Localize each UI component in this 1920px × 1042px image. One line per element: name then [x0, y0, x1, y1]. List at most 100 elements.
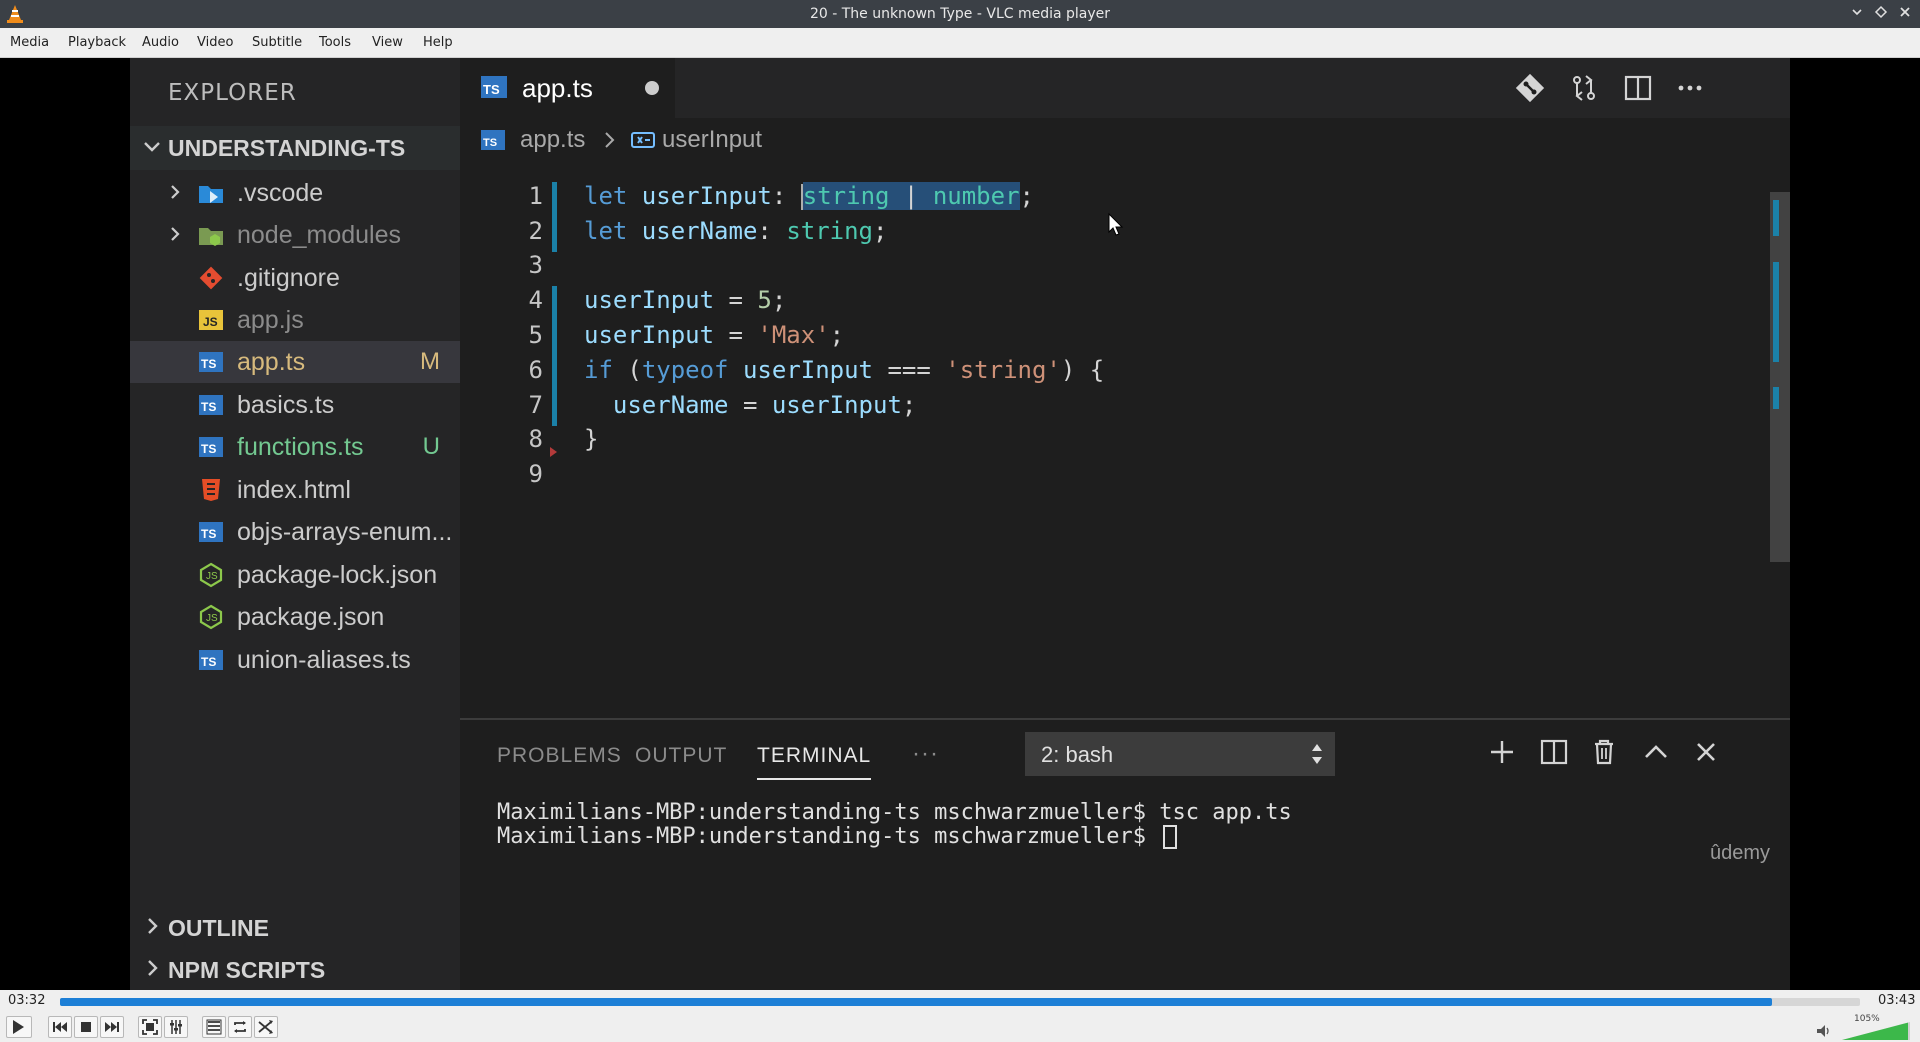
- vscode-folder-icon: [199, 186, 223, 203]
- new-terminal-icon[interactable]: [1484, 734, 1520, 770]
- tab-app-ts[interactable]: TS app.ts: [460, 58, 675, 118]
- equalizer-icon: [170, 1020, 182, 1034]
- menu-view[interactable]: View: [372, 35, 403, 50]
- loop-button[interactable]: [228, 1016, 252, 1038]
- menu-media[interactable]: Media: [10, 35, 49, 50]
- terminal-line: Maximilians-MBP:understanding-ts mschwar…: [497, 824, 1160, 849]
- chevron-down-icon: [144, 142, 160, 152]
- code-line-2: let userName: string;: [584, 217, 888, 245]
- editor-scrollbar[interactable]: [1770, 192, 1790, 562]
- tree-item-label: objs-arrays-enum...: [237, 518, 453, 546]
- code-editor[interactable]: 1 2 3 4 5 6 7 8 9 let userInput: string …: [460, 162, 1790, 717]
- menu-video[interactable]: Video: [197, 35, 233, 50]
- tree-item-app-ts[interactable]: TS app.ts M: [130, 341, 460, 383]
- terminal-select[interactable]: 2: bash: [1025, 732, 1335, 776]
- menu-subtitle[interactable]: Subtitle: [252, 35, 302, 50]
- tree-item-label: app.js: [237, 306, 304, 334]
- panel-more-button[interactable]: ···: [912, 740, 939, 768]
- svg-text:JS: JS: [206, 613, 218, 624]
- tree-item-vscode[interactable]: .vscode: [130, 172, 460, 214]
- project-section-header[interactable]: UNDERSTANDING-TS: [130, 126, 460, 170]
- shuffle-button[interactable]: [254, 1016, 278, 1038]
- svg-text:JS: JS: [206, 571, 218, 582]
- tree-item-package-json[interactable]: JS package.json: [130, 596, 460, 638]
- tree-item-app-js[interactable]: JS app.js: [130, 299, 460, 341]
- git-change-marker[interactable]: [552, 182, 557, 252]
- previous-button[interactable]: [48, 1016, 72, 1038]
- line-number: 2: [528, 217, 543, 245]
- volume-slider[interactable]: [1842, 1022, 1910, 1040]
- editor-tab-bar: TS app.ts: [460, 58, 1790, 118]
- scrollbar-change-marker: [1773, 387, 1779, 409]
- open-changes-icon[interactable]: [1566, 70, 1602, 106]
- ts-file-icon: TS: [481, 76, 507, 98]
- ts-file-icon: TS: [199, 650, 223, 670]
- stop-icon: [81, 1022, 91, 1032]
- tree-item-union-aliases-ts[interactable]: TS union-aliases.ts: [130, 639, 460, 681]
- stop-button[interactable]: [74, 1016, 98, 1038]
- fullscreen-button[interactable]: [138, 1016, 162, 1038]
- breadcrumb-symbol[interactable]: userInput: [662, 126, 762, 154]
- tree-item-label: package-lock.json: [237, 561, 438, 589]
- menu-help[interactable]: Help: [423, 35, 453, 50]
- chevron-up-icon[interactable]: [1638, 734, 1674, 770]
- js-file-icon: JS: [199, 310, 223, 330]
- outline-section-header[interactable]: OUTLINE: [130, 906, 460, 950]
- git-compare-icon[interactable]: [1512, 70, 1548, 106]
- tree-item-gitignore[interactable]: .gitignore: [130, 257, 460, 299]
- video-area[interactable]: EXPLORER UNDERSTANDING-TS .vscode node_m…: [0, 58, 1920, 990]
- maximize-button[interactable]: [1872, 5, 1890, 23]
- json-file-icon: JS: [199, 604, 223, 630]
- deleted-lines-marker-icon[interactable]: [548, 446, 558, 458]
- tree-item-basics-ts[interactable]: TS basics.ts: [130, 384, 460, 426]
- explorer-sidebar: EXPLORER UNDERSTANDING-TS .vscode node_m…: [130, 58, 460, 990]
- trash-icon[interactable]: [1586, 734, 1622, 770]
- menu-tools[interactable]: Tools: [319, 35, 351, 50]
- line-number: 7: [528, 391, 543, 419]
- tab-output[interactable]: OUTPUT: [635, 744, 727, 768]
- chevron-down-icon: [1852, 9, 1862, 16]
- git-change-marker[interactable]: [552, 286, 557, 426]
- tree-item-functions-ts[interactable]: TS functions.ts U: [130, 426, 460, 468]
- extended-settings-button[interactable]: [164, 1016, 188, 1038]
- line-number: 1: [528, 182, 543, 210]
- close-panel-icon[interactable]: [1688, 734, 1724, 770]
- line-number: 6: [528, 356, 543, 384]
- menu-audio[interactable]: Audio: [142, 35, 179, 50]
- chevron-right-icon: [171, 227, 180, 241]
- window-title: 20 - The unknown Type - VLC media player: [809, 6, 1111, 22]
- tree-item-label: .gitignore: [237, 264, 340, 292]
- volume-control[interactable]: 105%: [1816, 1014, 1912, 1040]
- play-button[interactable]: [6, 1016, 32, 1038]
- tree-item-label: functions.ts: [237, 433, 364, 461]
- tab-problems[interactable]: PROBLEMS: [497, 744, 622, 768]
- elapsed-time: 03:32: [8, 993, 46, 1008]
- playlist-icon: [206, 1019, 222, 1035]
- unsaved-dot-icon[interactable]: [645, 81, 659, 95]
- tab-label: app.ts: [522, 73, 593, 103]
- seek-slider[interactable]: [60, 998, 1860, 1006]
- tree-item-label: node_modules: [237, 221, 402, 249]
- ts-file-icon: TS: [199, 352, 223, 372]
- chevron-right-icon: [171, 185, 180, 199]
- minimize-button[interactable]: [1848, 5, 1866, 23]
- close-window-button[interactable]: [1896, 5, 1914, 23]
- title-bar: 20 - The unknown Type - VLC media player: [0, 0, 1920, 28]
- npm-scripts-section-header[interactable]: NPM SCRIPTS: [130, 948, 460, 990]
- tree-item-node-modules[interactable]: node_modules: [130, 214, 460, 256]
- terminal-prompt-line[interactable]: Maximilians-MBP:understanding-ts mschwar…: [497, 824, 1178, 849]
- split-terminal-icon[interactable]: [1536, 734, 1572, 770]
- speaker-icon[interactable]: [1816, 1024, 1832, 1038]
- variable-symbol-icon: [631, 132, 655, 148]
- tree-item-index-html[interactable]: index.html: [130, 469, 460, 511]
- more-actions-icon[interactable]: [1672, 70, 1708, 106]
- tree-item-package-lock-json[interactable]: JS package-lock.json: [130, 554, 460, 596]
- split-editor-icon[interactable]: [1620, 70, 1656, 106]
- next-button[interactable]: [100, 1016, 124, 1038]
- seek-progress: [60, 998, 1772, 1006]
- tree-item-objs-arrays-enums[interactable]: TS objs-arrays-enum...: [130, 511, 460, 553]
- tab-terminal[interactable]: TERMINAL: [757, 744, 872, 780]
- playlist-button[interactable]: [202, 1016, 226, 1038]
- menu-playback[interactable]: Playback: [68, 35, 126, 50]
- breadcrumb-file[interactable]: app.ts: [520, 126, 585, 154]
